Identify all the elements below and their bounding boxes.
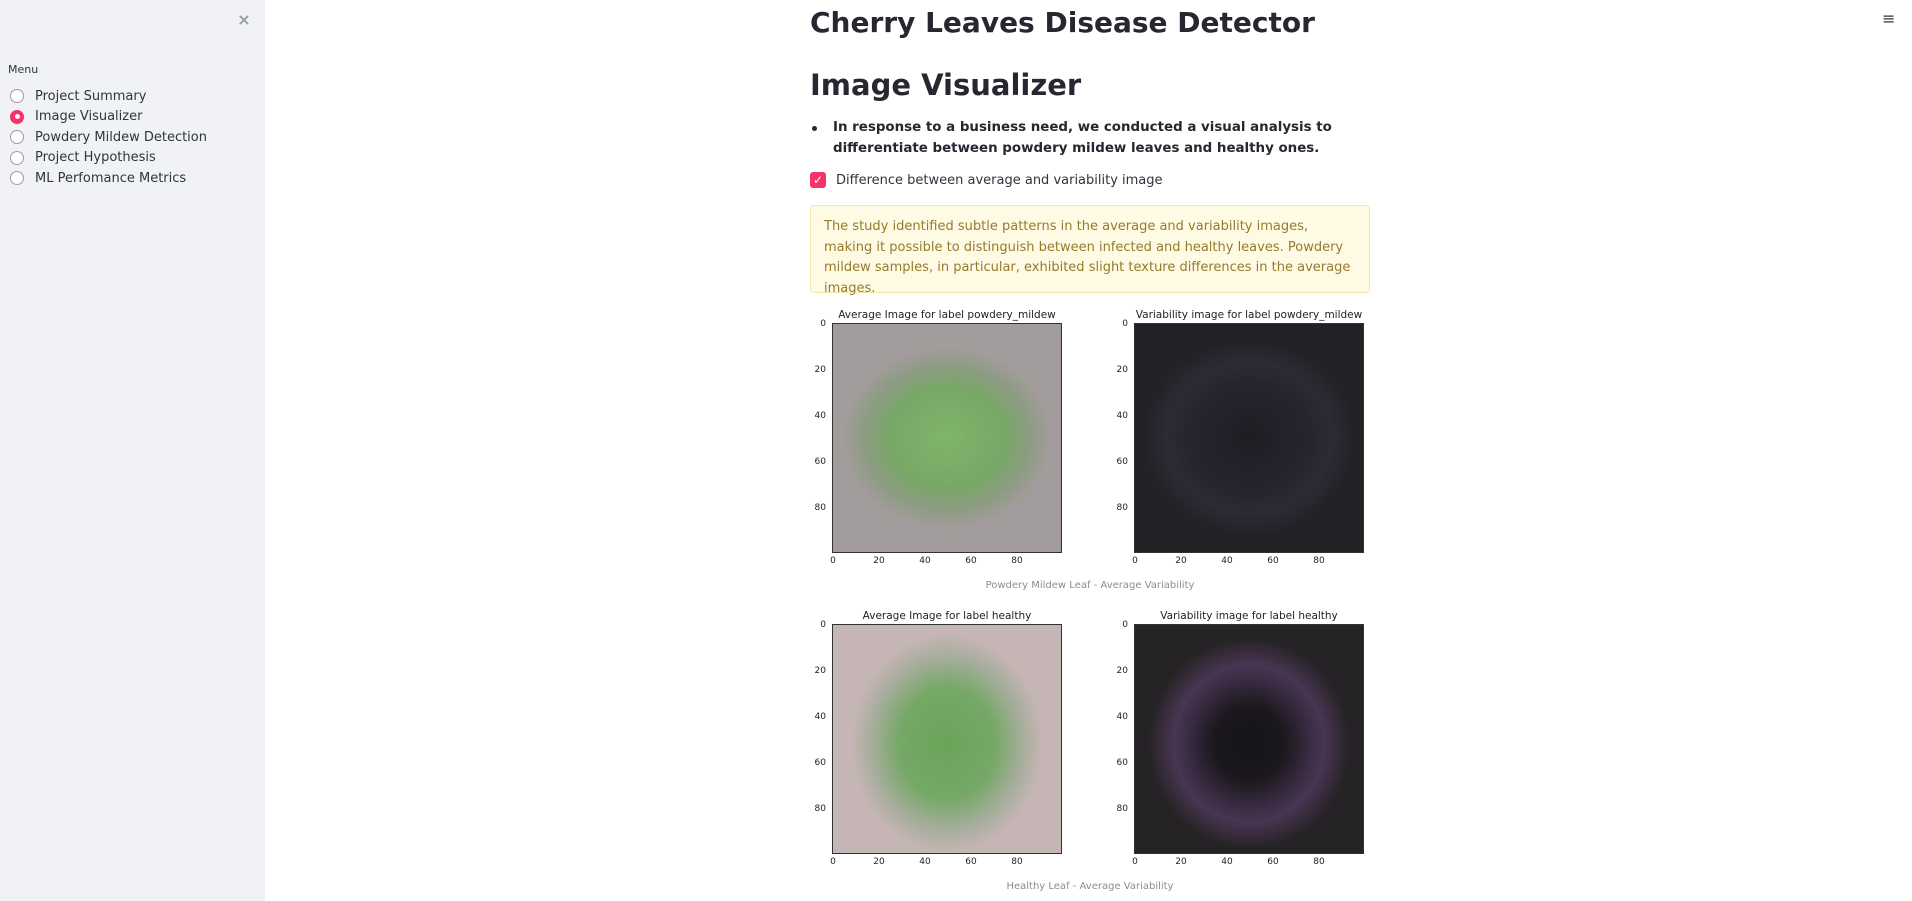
menu-title: Menu [8, 63, 39, 76]
x-tick: 60 [1267, 556, 1279, 566]
radio-circle-icon[interactable] [10, 130, 24, 145]
y-tick: 0 [820, 620, 826, 630]
y-tick: 40 [814, 411, 826, 421]
menu-item-project-summary[interactable]: Project Summary [10, 86, 207, 107]
y-tick: 60 [1116, 758, 1128, 768]
y-tick: 80 [814, 804, 826, 814]
checkmark-icon[interactable]: ✓ [810, 172, 826, 188]
radio-circle-icon[interactable] [10, 150, 24, 165]
x-tick: 40 [919, 857, 931, 867]
menu-item-label: Project Summary [35, 88, 147, 104]
menu-item-label: ML Perfomance Metrics [35, 170, 187, 186]
x-tick: 40 [1221, 556, 1233, 566]
plot-title-average: Average Image for label powdery_mildew [838, 309, 1056, 321]
y-tick: 80 [1116, 503, 1128, 513]
y-tick: 60 [1116, 457, 1128, 467]
close-sidebar-icon[interactable]: × [234, 10, 254, 30]
hamburger-menu-icon[interactable]: ≡ [1882, 11, 1895, 27]
x-tick: 80 [1011, 556, 1023, 566]
x-tick: 0 [830, 857, 836, 867]
figure-caption: Powdery Mildew Leaf - Average Variabilit… [985, 580, 1195, 591]
difference-checkbox[interactable]: ✓ Difference between average and variabi… [810, 172, 1163, 188]
x-tick: 20 [873, 857, 885, 867]
x-tick: 0 [1132, 857, 1138, 867]
average-image-healthy [832, 624, 1062, 854]
x-tick: 0 [1132, 556, 1138, 566]
x-tick: 40 [1221, 857, 1233, 867]
plot-title-variability: Variability image for label healthy [1160, 610, 1338, 622]
y-tick: 0 [1122, 620, 1128, 630]
radio-selected-icon[interactable] [10, 109, 24, 124]
bullet-text: In response to a business need, we condu… [833, 120, 1332, 156]
y-tick: 60 [814, 457, 826, 467]
menu-item-ml-performance-metrics[interactable]: ML Perfomance Metrics [10, 168, 207, 189]
menu-item-label: Powdery Mildew Detection [35, 129, 207, 145]
y-tick: 40 [1116, 411, 1128, 421]
y-tick: 20 [814, 365, 826, 375]
variability-image-powdery-mildew [1134, 323, 1364, 553]
y-tick: 40 [814, 712, 826, 722]
x-tick: 20 [1175, 556, 1187, 566]
menu-radio-group: Project Summary Image Visualizer Powdery… [10, 86, 207, 189]
bullet-list-item: In response to a business need, we condu… [810, 118, 1370, 159]
menu-item-powdery-mildew-detection[interactable]: Powdery Mildew Detection [10, 127, 207, 148]
app-title: Cherry Leaves Disease Detector [810, 6, 1315, 39]
y-tick: 20 [814, 666, 826, 676]
plot-title-average: Average Image for label healthy [862, 610, 1032, 622]
figure-caption: Healthy Leaf - Average Variability [1006, 881, 1174, 892]
y-tick: 80 [814, 503, 826, 513]
menu-item-label: Project Hypothesis [35, 150, 156, 166]
y-tick: 0 [820, 319, 826, 329]
x-tick: 60 [965, 857, 977, 867]
section-title: Image Visualizer [810, 68, 1082, 102]
y-tick: 40 [1116, 712, 1128, 722]
average-image-powdery-mildew [832, 323, 1062, 553]
x-tick: 80 [1313, 857, 1325, 867]
checkbox-label: Difference between average and variabili… [836, 172, 1163, 188]
x-tick: 80 [1011, 857, 1023, 867]
x-tick: 20 [1175, 857, 1187, 867]
x-tick: 40 [919, 556, 931, 566]
x-tick: 80 [1313, 556, 1325, 566]
radio-circle-icon[interactable] [10, 171, 24, 186]
sidebar: × Menu Project Summary Image Visualizer … [0, 0, 265, 901]
x-tick: 20 [873, 556, 885, 566]
x-tick: 60 [1267, 857, 1279, 867]
menu-item-label: Image Visualizer [35, 109, 143, 125]
y-tick: 20 [1116, 666, 1128, 676]
y-tick: 60 [814, 758, 826, 768]
info-alert-text: The study identified subtle patterns in … [824, 219, 1351, 296]
info-alert: The study identified subtle patterns in … [810, 205, 1370, 296]
plot-title-variability: Variability image for label powdery_mild… [1135, 309, 1363, 321]
bullet-dot-icon [812, 126, 817, 131]
y-tick: 20 [1116, 365, 1128, 375]
y-tick: 0 [1122, 319, 1128, 329]
menu-item-project-hypothesis[interactable]: Project Hypothesis [10, 148, 207, 169]
x-tick: 0 [830, 556, 836, 566]
y-tick: 80 [1116, 804, 1128, 814]
menu-item-image-visualizer[interactable]: Image Visualizer [10, 107, 207, 128]
variability-image-healthy [1134, 624, 1364, 854]
x-tick: 60 [965, 556, 977, 566]
radio-circle-icon[interactable] [10, 89, 24, 104]
